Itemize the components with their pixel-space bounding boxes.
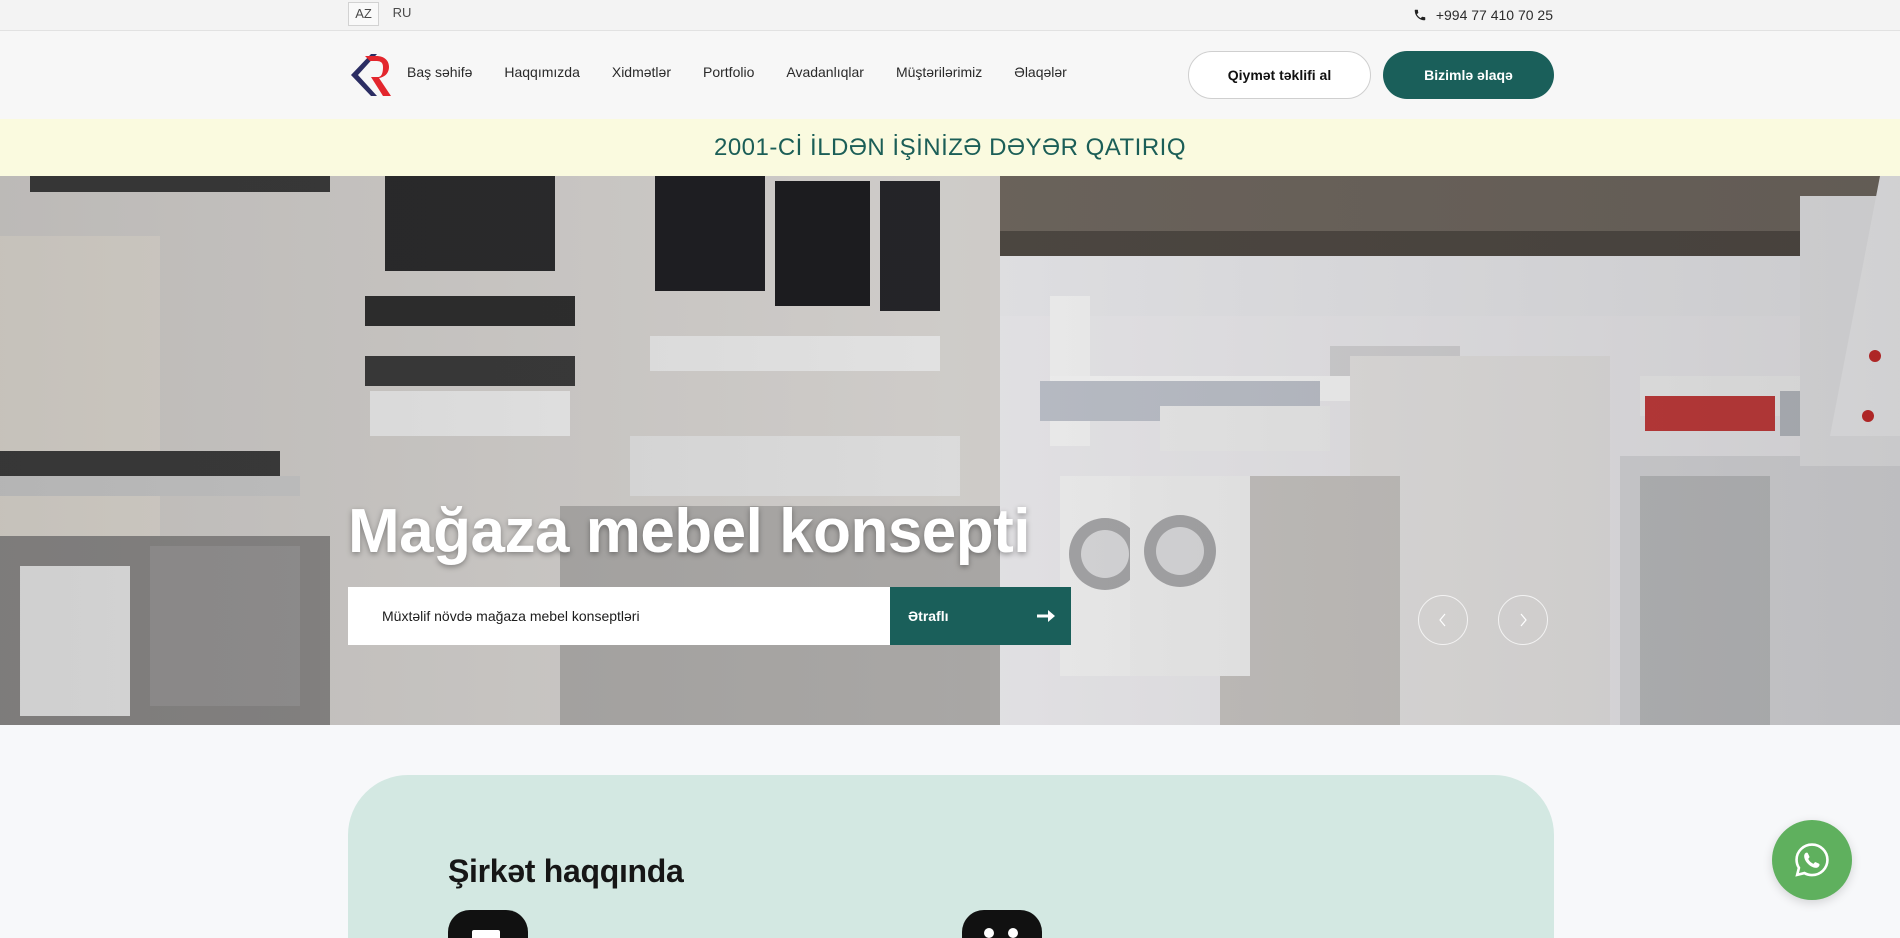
chevron-right-icon: [1520, 613, 1527, 627]
lang-az-button[interactable]: AZ: [348, 2, 379, 26]
nav-clients[interactable]: Müştərilərimiz: [896, 64, 982, 80]
about-title: Şirkət haqqında: [448, 853, 684, 889]
nav-about[interactable]: Haqqımızda: [504, 64, 579, 80]
hero-slider: Mağaza mebel konsepti Müxtəlif növdə mağ…: [0, 176, 1900, 725]
arrow-right-icon: [1037, 610, 1055, 622]
nav-services[interactable]: Xidmətlər: [612, 64, 671, 80]
feature-icon: [962, 910, 1042, 938]
nav-equipment[interactable]: Avadanlıqlar: [786, 64, 864, 80]
whatsapp-icon: [1795, 843, 1829, 877]
phone-number: +994 77 410 70 25: [1435, 7, 1553, 23]
slider-next-button[interactable]: [1498, 595, 1548, 645]
nav-home[interactable]: Baş səhifə: [407, 64, 472, 80]
main-header: Baş səhifə Haqqımızda Xidmətlər Portfoli…: [0, 31, 1900, 119]
lang-ru-button[interactable]: RU: [391, 2, 413, 26]
phone-link[interactable]: +994 77 410 70 25: [1413, 5, 1553, 25]
top-bar: AZ RU +994 77 410 70 25: [0, 0, 1900, 31]
feature-icon: [448, 910, 528, 938]
company-logo[interactable]: [347, 52, 393, 98]
tagline-banner: 2001-Cİ İLDƏN İŞİNİZƏ DƏYƏR QATIRIQ: [0, 119, 1900, 176]
main-nav: Baş səhifə Haqqımızda Xidmətlər Portfoli…: [407, 64, 1067, 80]
chevron-left-icon: [1439, 613, 1446, 627]
slider-prev-button[interactable]: [1418, 595, 1468, 645]
quote-button[interactable]: Qiymət təklifi al: [1188, 51, 1371, 99]
whatsapp-button[interactable]: [1772, 820, 1852, 900]
hero-more-label: Ətraflı: [908, 608, 949, 624]
nav-portfolio[interactable]: Portfolio: [703, 64, 754, 80]
hero-title: Mağaza mebel konsepti: [348, 497, 1031, 566]
about-section: Şirkət haqqında: [348, 775, 1554, 938]
hero-more-button[interactable]: Ətraflı: [890, 587, 1071, 645]
hero-description: Müxtəlif növdə mağaza mebel konseptləri: [348, 587, 890, 645]
nav-contacts[interactable]: Əlaqələr: [1014, 64, 1067, 80]
phone-icon: [1414, 9, 1426, 21]
contact-button[interactable]: Bizimlə əlaqə: [1383, 51, 1554, 99]
